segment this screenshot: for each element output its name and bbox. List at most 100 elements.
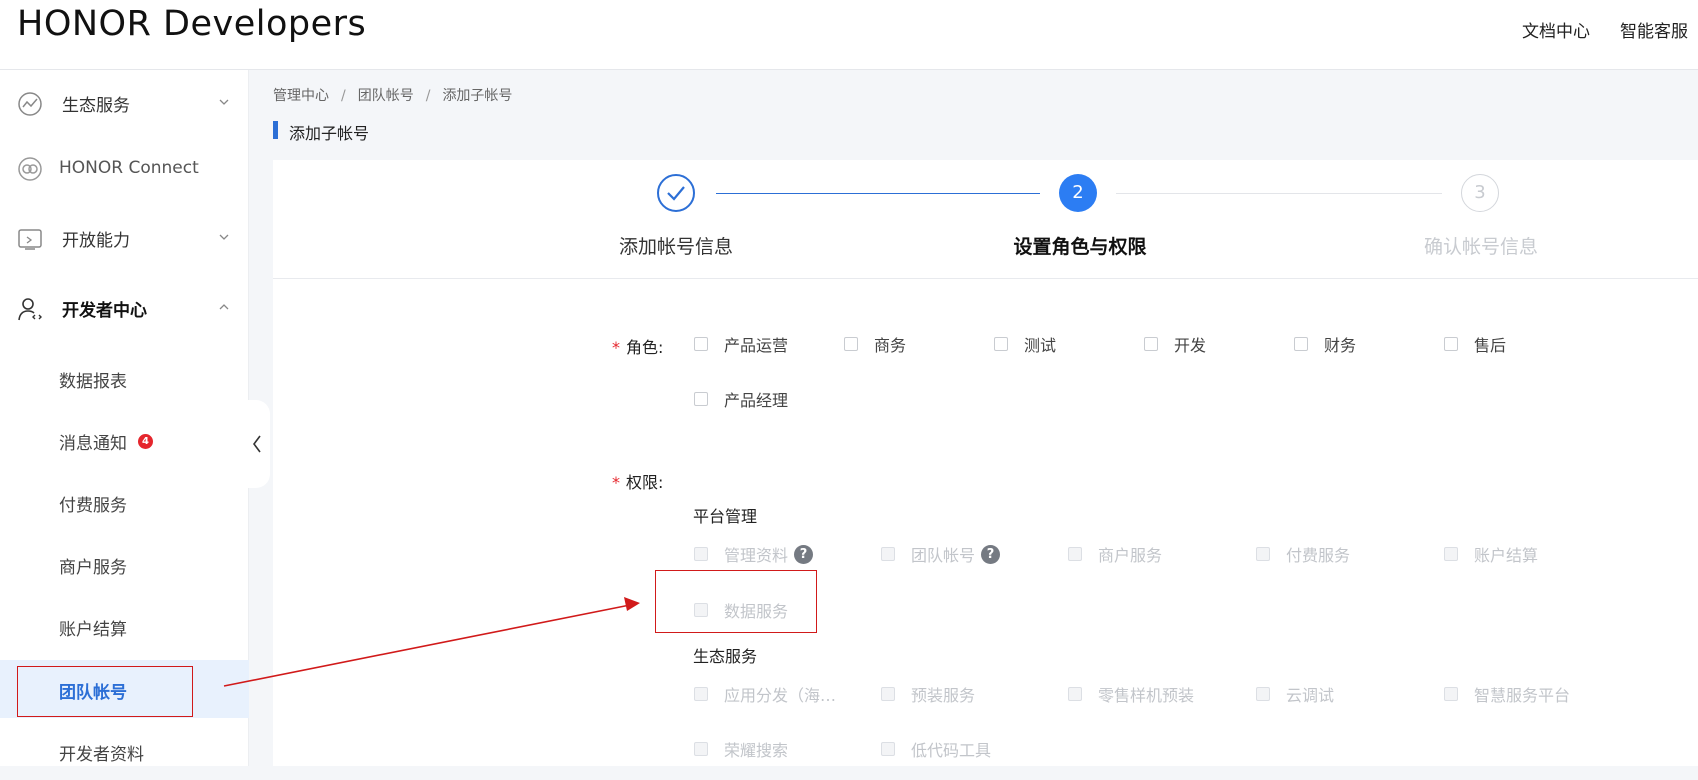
role-label: * 角色: — [612, 334, 663, 358]
permission-label: * 权限: — [612, 469, 663, 493]
checkbox[interactable] — [1444, 337, 1458, 351]
perm-checkbox-retail-demo-preinstall: 零售样机预装 — [1068, 682, 1194, 706]
perm-checkbox-team-account: 团队帐号? — [881, 542, 1001, 566]
sidebar-subitem-account-settlement[interactable]: 账户结算 — [0, 597, 249, 655]
checkbox[interactable] — [1144, 337, 1158, 351]
header-links: 文档中心 智能客服 — [1522, 17, 1688, 42]
step-2-label: 设置角色与权限 — [1013, 236, 1147, 258]
checkbox — [1444, 687, 1458, 701]
chevron-down-icon — [219, 234, 229, 240]
connect-icon — [18, 157, 42, 181]
sidebar-item-label: 开发者中心 — [62, 300, 147, 321]
sidebar-subitem-label: 开发者资料 — [59, 745, 144, 765]
checkbox-label: 管理资料 — [724, 546, 789, 565]
checkbox-label: 付费服务 — [1286, 546, 1351, 565]
checkbox-label: 预装服务 — [911, 686, 976, 705]
checkbox — [1068, 687, 1082, 701]
honor-developers-logo[interactable]: HONOR Developers — [17, 4, 366, 44]
checkbox-label: 应用分发（海… — [724, 686, 837, 705]
sidebar-subitem-label: 消息通知 — [59, 434, 127, 454]
checkbox-label: 商户服务 — [1098, 546, 1163, 565]
group-title-ecosystem-services: 生态服务 — [693, 647, 758, 666]
role-checkbox-development[interactable]: 开发 — [1144, 332, 1206, 356]
open-capability-icon — [18, 229, 42, 250]
help-icon[interactable]: ? — [981, 544, 1001, 564]
sidebar-item-developer-center[interactable]: 开发者中心 — [0, 283, 249, 333]
required-asterisk: * — [612, 473, 620, 492]
sidebar-item-label: 开放能力 — [62, 230, 130, 251]
perm-checkbox-low-code-tool: 低代码工具 — [881, 737, 991, 761]
perm-checkbox-app-distribution: 应用分发（海… — [694, 682, 836, 706]
checkbox[interactable] — [1294, 337, 1308, 351]
sidebar-subitem-notifications[interactable]: 消息通知 4 — [0, 411, 249, 469]
role-checkbox-finance[interactable]: 财务 — [1294, 332, 1356, 356]
checkbox-label: 低代码工具 — [911, 741, 992, 760]
steps-divider — [273, 278, 1698, 279]
role-checkbox-testing[interactable]: 测试 — [994, 332, 1056, 356]
checkbox-label: 团队帐号 — [911, 546, 976, 565]
checkbox — [694, 687, 708, 701]
role-checkbox-product-manager[interactable]: 产品经理 — [694, 387, 788, 411]
sidebar-subitem-paid-services[interactable]: 付费服务 — [0, 473, 249, 531]
role-label-text: 角色: — [626, 338, 664, 357]
checkbox[interactable] — [694, 337, 708, 351]
breadcrumb-item[interactable]: 团队帐号 — [358, 88, 414, 104]
perm-checkbox-preinstall-service: 预装服务 — [881, 682, 975, 706]
sidebar-item-open-capability[interactable]: 开放能力 — [0, 213, 249, 263]
perm-checkbox-manage-profile: 管理资料? — [694, 542, 814, 566]
sidebar-item-label: HONOR Connect — [59, 158, 199, 178]
chevron-down-icon — [219, 99, 229, 105]
checkbox[interactable] — [844, 337, 858, 351]
sidebar-collapse-toggle[interactable] — [244, 400, 270, 488]
checkbox-label: 测试 — [1024, 336, 1057, 355]
sidebar-subitem-label: 数据报表 — [59, 372, 127, 392]
sidebar-subitem-label: 账户结算 — [59, 620, 127, 640]
step-1-done-circle — [657, 174, 695, 212]
perm-checkbox-cloud-debug: 云调试 — [1256, 682, 1334, 706]
annotation-highlight-data-services — [655, 570, 817, 633]
sidebar-item-label: 生态服务 — [62, 95, 130, 116]
checkbox[interactable] — [994, 337, 1008, 351]
perm-checkbox-smart-service-platform: 智慧服务平台 — [1444, 682, 1570, 706]
checkbox-label: 零售样机预装 — [1098, 686, 1195, 705]
help-icon[interactable]: ? — [794, 544, 814, 564]
checkbox[interactable] — [694, 392, 708, 406]
sidebar-subitem-developer-profile[interactable]: 开发者资料 — [0, 722, 249, 780]
required-asterisk: * — [612, 338, 620, 357]
role-checkbox-business[interactable]: 商务 — [844, 332, 906, 356]
notification-count-badge: 4 — [138, 434, 153, 449]
checkbox-label: 开发 — [1174, 336, 1207, 355]
checkbox-label: 云调试 — [1286, 686, 1335, 705]
sidebar: 生态服务 HONOR Connect 开放能力 开发者中心 数据报表 消息通知 … — [0, 70, 249, 766]
role-checkbox-product-ops[interactable]: 产品运营 — [694, 332, 788, 356]
permission-label-text: 权限: — [626, 473, 664, 492]
checkbox-label: 售后 — [1474, 336, 1507, 355]
chevron-left-icon — [253, 435, 261, 453]
annotation-highlight-team-account — [17, 666, 193, 717]
sidebar-item-honor-connect[interactable]: HONOR Connect — [0, 143, 249, 193]
checkbox-label: 商务 — [874, 336, 907, 355]
sidebar-subitem-data-reports[interactable]: 数据报表 — [0, 349, 249, 407]
checkbox-label: 智慧服务平台 — [1474, 686, 1571, 705]
checkbox — [881, 547, 895, 561]
step-connector-pending — [1116, 193, 1442, 194]
ecosystem-icon — [18, 92, 42, 116]
checkbox-label: 产品运营 — [724, 336, 789, 355]
sidebar-subitem-merchant-services[interactable]: 商户服务 — [0, 535, 249, 593]
perm-checkbox-merchant-services: 商户服务 — [1068, 542, 1162, 566]
checkbox — [694, 547, 708, 561]
breadcrumb: 管理中心 / 团队帐号 / 添加子帐号 — [273, 85, 512, 105]
smart-support-link[interactable]: 智能客服 — [1620, 17, 1688, 42]
sidebar-item-ecosystem[interactable]: 生态服务 — [0, 78, 249, 128]
breadcrumb-item: 添加子帐号 — [442, 88, 513, 104]
page-title: 添加子帐号 — [273, 120, 369, 144]
checkbox — [881, 687, 895, 701]
docs-center-link[interactable]: 文档中心 — [1522, 17, 1590, 42]
checkbox — [1256, 547, 1270, 561]
step-connector-done — [716, 193, 1040, 194]
checkbox-label: 荣耀搜索 — [724, 741, 789, 760]
role-checkbox-after-sales[interactable]: 售后 — [1444, 332, 1506, 356]
checkbox-label: 账户结算 — [1474, 546, 1539, 565]
breadcrumb-item[interactable]: 管理中心 — [273, 88, 329, 104]
perm-checkbox-account-settlement: 账户结算 — [1444, 542, 1538, 566]
